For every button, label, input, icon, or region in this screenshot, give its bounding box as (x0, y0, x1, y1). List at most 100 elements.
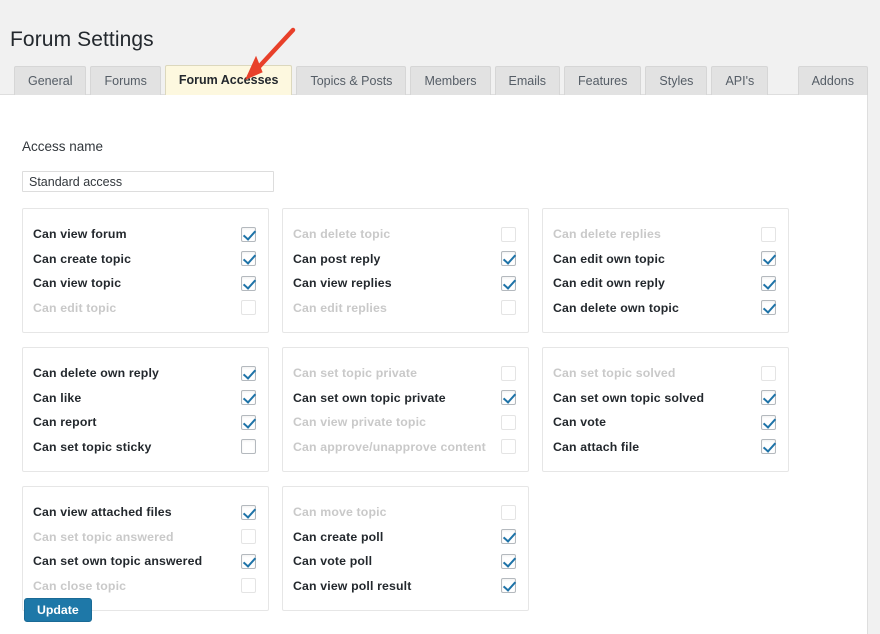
permission-row[interactable]: Can edit own topic (553, 247, 776, 272)
permission-row[interactable]: Can view forum (33, 222, 256, 247)
permission-row[interactable]: Can move topic (293, 500, 516, 525)
permission-row[interactable]: Can set topic solved (553, 361, 776, 386)
permission-row[interactable]: Can view attached files (33, 500, 256, 525)
permission-checkbox[interactable] (501, 578, 516, 593)
permission-checkbox[interactable] (241, 251, 256, 266)
permission-row[interactable]: Can view private topic (293, 410, 516, 435)
permission-checkbox[interactable] (501, 439, 516, 454)
tab-members[interactable]: Members (410, 66, 490, 95)
permission-checkbox[interactable] (241, 505, 256, 520)
permission-label: Can create topic (33, 252, 235, 266)
permission-row[interactable]: Can view poll result (293, 574, 516, 599)
permission-checkbox[interactable] (241, 529, 256, 544)
permission-checkbox[interactable] (501, 554, 516, 569)
permissions-row: Can delete own reply Can like Can report Ca… (22, 347, 802, 472)
permission-row[interactable]: Can approve/unapprove content (293, 435, 516, 460)
permission-row[interactable]: Can attach file (553, 435, 776, 460)
permission-checkbox[interactable] (241, 276, 256, 291)
permission-row[interactable]: Can create topic (33, 247, 256, 272)
page-title: Forum Settings (10, 28, 154, 52)
tab-general[interactable]: General (14, 66, 86, 95)
permission-row[interactable]: Can like (33, 386, 256, 411)
permission-row[interactable]: Can vote poll (293, 549, 516, 574)
permission-checkbox[interactable] (241, 366, 256, 381)
permission-row[interactable]: Can set topic sticky (33, 435, 256, 460)
permissions-group: Can delete topicCan post replyCan view r… (282, 208, 529, 333)
permission-row[interactable]: Can edit replies (293, 296, 516, 321)
permission-row[interactable]: Can set own topic solved (553, 386, 776, 411)
tab-styles[interactable]: Styles (645, 66, 707, 95)
permission-label: Can set topic solved (553, 366, 755, 380)
permission-label: Can set topic private (293, 366, 495, 380)
permissions-grid: Can view forum Can create topic Can view t… (22, 208, 802, 625)
permission-row[interactable]: Can delete own topic (553, 296, 776, 321)
permissions-group: Can view forum Can create topic Can view t… (22, 208, 269, 333)
permission-label: Can vote (553, 415, 755, 429)
permission-checkbox[interactable] (241, 300, 256, 315)
permission-row[interactable]: Can report (33, 410, 256, 435)
permissions-group: Can move topicCan create poll Can vote po… (282, 486, 529, 611)
permissions-group: Can view attached files Can set topic ans… (22, 486, 269, 611)
permission-row[interactable]: Can close topic (33, 574, 256, 599)
permission-row[interactable]: Can set own topic private (293, 386, 516, 411)
permission-checkbox[interactable] (501, 251, 516, 266)
permission-label: Can report (33, 415, 235, 429)
permission-checkbox[interactable] (761, 415, 776, 430)
permission-label: Can attach file (553, 440, 755, 454)
permission-checkbox[interactable] (761, 439, 776, 454)
permission-checkbox[interactable] (761, 276, 776, 291)
tab-api-s[interactable]: API's (711, 66, 768, 95)
permission-row[interactable]: Can edit topic (33, 296, 256, 321)
permission-checkbox[interactable] (761, 390, 776, 405)
permission-row[interactable]: Can post reply (293, 247, 516, 272)
permission-label: Can set own topic solved (553, 391, 755, 405)
permission-checkbox[interactable] (501, 276, 516, 291)
permission-checkbox[interactable] (761, 366, 776, 381)
permission-row[interactable]: Can set topic answered (33, 525, 256, 550)
access-name-input[interactable] (22, 171, 274, 192)
permission-row[interactable]: Can delete topic (293, 222, 516, 247)
permission-checkbox[interactable] (501, 366, 516, 381)
permission-row[interactable]: Can edit own reply (553, 271, 776, 296)
permission-row[interactable]: Can view topic (33, 271, 256, 296)
permission-label: Can view attached files (33, 505, 235, 519)
permission-row[interactable]: Can view replies (293, 271, 516, 296)
tab-topics-posts[interactable]: Topics & Posts (296, 66, 406, 95)
permission-checkbox[interactable] (241, 578, 256, 593)
permission-row[interactable]: Can vote (553, 410, 776, 435)
permission-label: Can delete replies (553, 227, 755, 241)
permission-checkbox[interactable] (501, 300, 516, 315)
permission-label: Can view forum (33, 227, 235, 241)
permission-checkbox[interactable] (241, 554, 256, 569)
permission-row[interactable]: Can delete replies (553, 222, 776, 247)
tab-forums[interactable]: Forums (90, 66, 160, 95)
permissions-group: Can set topic private Can set own topic p… (282, 347, 529, 472)
permission-checkbox[interactable] (241, 415, 256, 430)
tab-addons[interactable]: Addons (798, 66, 868, 95)
permission-checkbox[interactable] (241, 227, 256, 242)
permission-checkbox[interactable] (501, 505, 516, 520)
access-name-label: Access name (22, 139, 103, 154)
permission-checkbox[interactable] (241, 439, 256, 454)
permission-checkbox[interactable] (241, 390, 256, 405)
update-button[interactable]: Update (24, 598, 92, 622)
permission-checkbox[interactable] (761, 300, 776, 315)
permission-label: Can like (33, 391, 235, 405)
permission-checkbox[interactable] (501, 415, 516, 430)
permission-label: Can set topic sticky (33, 440, 235, 454)
tab-features[interactable]: Features (564, 66, 641, 95)
permission-checkbox[interactable] (761, 251, 776, 266)
tab-forum-accesses[interactable]: Forum Accesses (165, 65, 293, 95)
permission-row[interactable]: Can delete own reply (33, 361, 256, 386)
permission-row[interactable]: Can set own topic answered (33, 549, 256, 574)
permission-checkbox[interactable] (501, 529, 516, 544)
permission-row[interactable]: Can set topic private (293, 361, 516, 386)
permission-label: Can edit own reply (553, 276, 755, 290)
permission-checkbox[interactable] (501, 227, 516, 242)
tab-emails[interactable]: Emails (495, 66, 561, 95)
permission-label: Can vote poll (293, 554, 495, 568)
permission-label: Can set topic answered (33, 530, 235, 544)
permission-checkbox[interactable] (501, 390, 516, 405)
permission-row[interactable]: Can create poll (293, 525, 516, 550)
permission-checkbox[interactable] (761, 227, 776, 242)
